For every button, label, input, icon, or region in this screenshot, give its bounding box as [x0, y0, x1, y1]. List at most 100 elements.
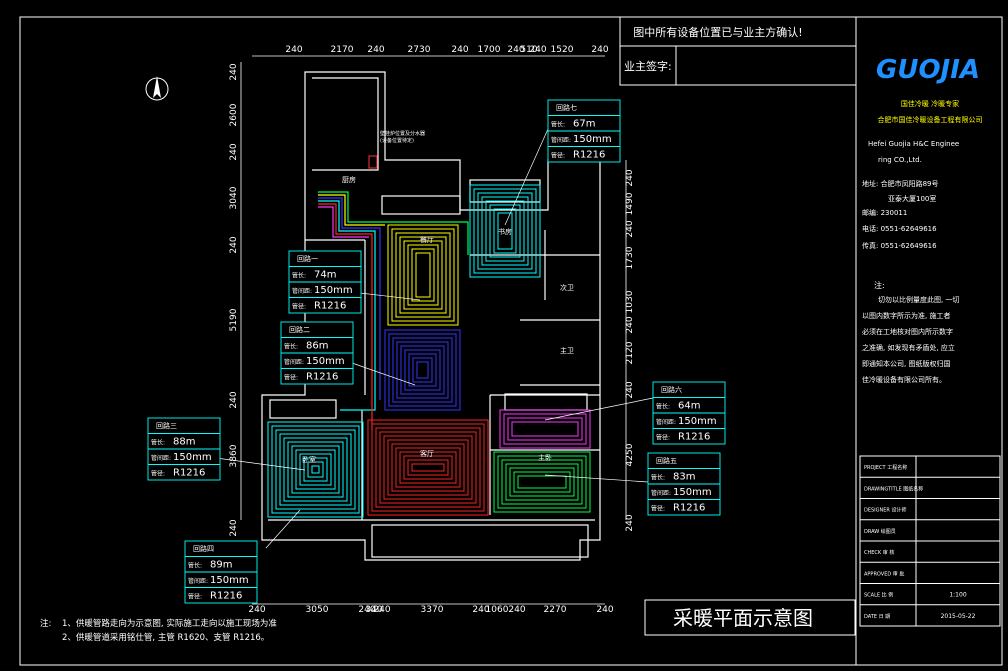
- loop-field-label: 管长:: [188, 562, 202, 570]
- dimension-label: 3040: [229, 186, 239, 209]
- company-postcode: 邮编: 230011: [862, 208, 907, 217]
- notice-line: 切勿以比例量度此图, 一切: [878, 295, 959, 304]
- dimension-label: 240: [625, 220, 635, 237]
- dimension-label: 4250: [625, 443, 635, 466]
- loop-field-label: 管间距:: [292, 287, 312, 295]
- dimension-label: 2730: [408, 45, 431, 55]
- loop-field-value: 88m: [173, 437, 195, 448]
- room-study: 书房: [498, 227, 512, 236]
- title-block-label: PROJECT 工程名称: [864, 464, 907, 471]
- loop-field-label: 管长:: [651, 474, 665, 482]
- loop-title: 回路三: [156, 421, 177, 430]
- dimension-label: 240: [229, 143, 239, 160]
- dimension-label: 1520: [551, 45, 574, 55]
- drawing-canvas: 图中所有设备位置已与业主方确认! 业主签字: GUOJIA 国佳冷暖 冷暖专家 …: [19, 16, 1003, 666]
- notice-line: 即通知本公司, 图纸版权归国: [862, 359, 950, 368]
- dimension-label: 5190: [229, 308, 239, 331]
- dimension-label: 2170: [331, 45, 354, 55]
- room-kitchen: 厨房: [342, 175, 356, 184]
- loop-field-value: R1216: [314, 301, 346, 312]
- loop-field-label: 管径:: [151, 470, 165, 478]
- boiler-note-1: 壁挂炉位置及分水器: [380, 130, 425, 137]
- notice-line: 之准确, 如发现有矛盾处, 应立: [862, 343, 955, 352]
- footnote-prefix: 注:: [40, 618, 51, 629]
- room-dining: 餐厅: [420, 235, 434, 244]
- loop-field-value: 83m: [673, 472, 695, 483]
- footnote-2: 2、供暖管道采用铭仕管, 主管 R1620、支管 R1216。: [62, 632, 269, 643]
- dimension-label: 2120: [625, 341, 635, 364]
- dimension-label: 3860: [229, 444, 239, 467]
- loop-field-value: 89m: [210, 560, 232, 571]
- dimension-label: 240: [229, 63, 239, 80]
- company-name-cn: 合肥市国佳冷暖设备工程有限公司: [878, 115, 983, 124]
- notice-line: 必须在工地核对图内所示数字: [862, 327, 953, 336]
- dimension-label: 1060: [486, 605, 509, 615]
- loop-info-box: 回路七管长: 67m管间距: 150mm 管径: R1216: [547, 99, 621, 163]
- loop-field-value: 64m: [678, 401, 700, 412]
- loop-field-label: 管径:: [284, 374, 298, 382]
- room-master-bedroom: 主卧: [538, 453, 552, 462]
- coil-loop: [499, 409, 591, 449]
- company-address-2: 亚泰大厦100室: [888, 194, 936, 203]
- dimension-label: 240: [229, 391, 239, 408]
- loop-field-label: 管间距:: [151, 454, 171, 462]
- loop-title: 回路四: [193, 544, 214, 553]
- loop-field-value: R1216: [173, 468, 205, 479]
- owner-sign-label: 业主签字:: [624, 59, 672, 73]
- loop-info-box: 回路一管长: 74m管间距: 150mm 管径: R1216: [288, 250, 362, 314]
- confirmation-box: 图中所有设备位置已与业主方确认! 业主签字:: [619, 16, 857, 86]
- dimension-label: 240: [625, 316, 635, 333]
- loop-field-label: 管间距:: [551, 136, 571, 144]
- outer-frame: [19, 16, 1003, 666]
- dimension-label: 2270: [544, 605, 567, 615]
- loop-field-value: 150mm: [210, 575, 249, 586]
- room-bedroom: 卧室: [302, 455, 316, 464]
- title-block-label: APPROVED 审 批: [864, 570, 904, 577]
- coil-loop: [367, 419, 489, 516]
- title-block-value: 2015-05-22: [941, 613, 976, 620]
- dimension-label: 1030: [625, 290, 635, 313]
- room-secondary-bath: 次卫: [560, 283, 574, 292]
- loop-field-value: R1216: [673, 503, 705, 514]
- confirm-note: 图中所有设备位置已与业主方确认!: [633, 25, 802, 39]
- dimension-label: 240: [625, 381, 635, 398]
- loop-field-value: 150mm: [173, 452, 212, 463]
- notice: 注: 切勿以比例量度此图, 一切 以图内数字所示为准, 施工者 必须在工地核对图…: [862, 280, 959, 384]
- dimension-label: 240: [451, 45, 468, 55]
- loop-info-box: 回路三管长: 88m管间距: 150mm 管径: R1216: [147, 417, 221, 481]
- loop-field-label: 管间距:: [651, 489, 671, 497]
- dimension-label: 1490: [625, 192, 635, 215]
- dimension-label: 3370: [421, 605, 444, 615]
- title-block-value: 1:100: [949, 592, 966, 599]
- loop-field-label: 管间距:: [656, 418, 676, 426]
- loop-title: 回路七: [556, 103, 577, 112]
- dimension-label: 240: [625, 169, 635, 186]
- loop-info-box: 回路四管长: 89m管间距: 150mm 管径: R1216: [184, 540, 258, 604]
- coil-loop: [267, 421, 364, 518]
- dimension-label: 240: [229, 519, 239, 536]
- loop-title: 回路一: [297, 254, 318, 263]
- loop-field-label: 管径:: [656, 434, 670, 442]
- footnote-1: 1、供暖管路走向为示意图, 实际施工走向以施工现场为准: [62, 618, 277, 629]
- dimension-label: 240: [625, 514, 635, 531]
- dimension-label: 240: [591, 45, 608, 55]
- company-fax: 传真: 0551-62649616: [862, 241, 937, 250]
- dimension-label: 240: [373, 605, 390, 615]
- company-logo: GUOJIA: [876, 55, 980, 85]
- dimension-label: 240: [529, 45, 546, 55]
- company-name-en-2: ring CO.,Ltd.: [878, 156, 922, 164]
- company-phone: 电话: 0551-62649616: [862, 224, 937, 233]
- loop-field-value: 86m: [306, 341, 328, 352]
- dimension-label: 240: [229, 236, 239, 253]
- loop-field-value: 150mm: [306, 356, 345, 367]
- loop-info-box: 回路五管长: 83m管间距: 150mm 管径: R1216: [647, 452, 721, 516]
- title-block-label: CHECK 审 核: [864, 549, 894, 556]
- dimension-label: 2600: [229, 103, 239, 126]
- loop-field-value: R1216: [210, 591, 242, 602]
- north-arrow-icon: [145, 76, 169, 101]
- loop-title: 回路五: [656, 456, 677, 465]
- dimension-label: 240: [285, 45, 302, 55]
- dimension-label: 240: [367, 45, 384, 55]
- dimension-label: 1700: [478, 45, 501, 55]
- loop-field-label: 管径:: [292, 303, 306, 311]
